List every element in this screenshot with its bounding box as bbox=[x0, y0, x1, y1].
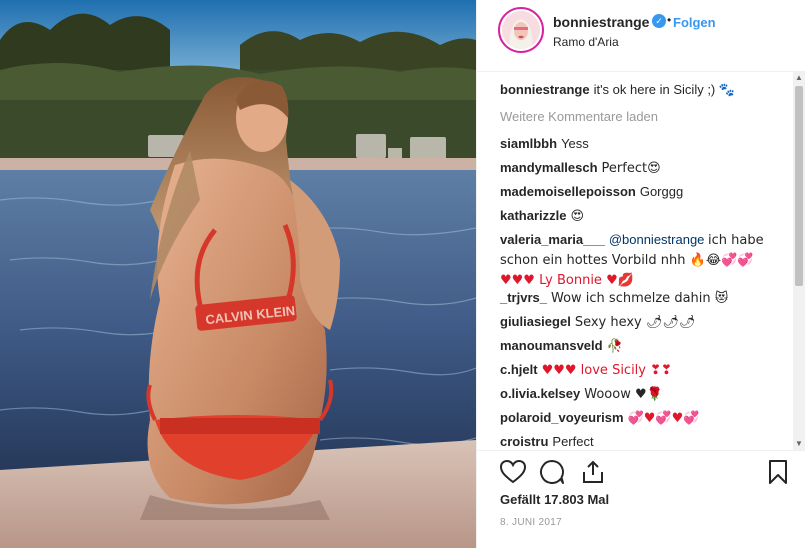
header-username[interactable]: bonniestrange bbox=[553, 14, 649, 30]
list-item: o.livia.kelsey Wooow ♥🌹 bbox=[500, 384, 780, 404]
list-item: mademoisellepoisson Gorggg bbox=[500, 182, 780, 201]
bookmark-icon[interactable] bbox=[764, 458, 792, 486]
comment-username[interactable]: manoumansveld bbox=[500, 338, 603, 353]
post-image: CALVIN KLEIN bbox=[0, 0, 476, 548]
comment-username[interactable]: _trjvrs_ bbox=[500, 290, 547, 305]
heart-outline-icon[interactable] bbox=[499, 458, 527, 486]
avatar[interactable] bbox=[498, 7, 544, 53]
scroll-up-icon[interactable]: ▲ bbox=[793, 72, 805, 84]
comment-text: Yess bbox=[561, 136, 589, 151]
list-item: siamlbbh Yess bbox=[500, 134, 780, 153]
comment-username[interactable]: giuliasiegel bbox=[500, 314, 571, 329]
comment-text-continued: ♥♥♥ Ly Bonnie ♥💋 bbox=[500, 273, 634, 288]
comment-mention[interactable]: @bonniestrange bbox=[609, 232, 705, 247]
list-item: croistru Perfect bbox=[500, 432, 780, 450]
comment-text: Perfect bbox=[552, 434, 594, 449]
post-panel: bonniestrange ✓ • Folgen Ramo d'Aria bon… bbox=[476, 0, 805, 548]
caption: bonniestrange it's ok here in Sicily ;) 🐾 bbox=[500, 80, 780, 100]
list-item: valeria_maria___ @bonniestrange ich habe … bbox=[500, 230, 780, 290]
verified-badge-icon: ✓ bbox=[652, 14, 666, 28]
post-date: 8. JUNI 2017 bbox=[500, 517, 562, 528]
comment-username[interactable]: mandymallesch bbox=[500, 160, 598, 175]
comment-username[interactable]: valeria_maria___ bbox=[500, 232, 605, 247]
comments-list: bonniestrange it's ok here in Sicily ;) 🐾… bbox=[477, 72, 805, 450]
comment-username[interactable]: croistru bbox=[500, 434, 548, 449]
comment-username[interactable]: c.hjelt bbox=[500, 362, 538, 377]
comment-icon[interactable] bbox=[538, 458, 566, 486]
avatar-icon bbox=[502, 11, 540, 49]
comment-username[interactable]: mademoisellepoisson bbox=[500, 184, 636, 199]
scroll-thumb[interactable] bbox=[795, 86, 803, 286]
caption-text: it's ok here in Sicily ;) bbox=[593, 82, 716, 97]
post-photo[interactable]: CALVIN KLEIN bbox=[0, 0, 476, 548]
comment-username[interactable]: siamlbbh bbox=[500, 136, 557, 151]
comment-username[interactable]: katharizzle bbox=[500, 208, 566, 223]
list-item: polaroid_voyeurism 💞♥💞♥💞 bbox=[500, 408, 780, 428]
comment-text: 😍 bbox=[570, 209, 585, 224]
list-item: manoumansveld 🥀 bbox=[500, 336, 780, 356]
comment-text: Wow ich schmelze dahin 😻 bbox=[550, 291, 729, 306]
likes-count[interactable]: Gefällt 17.803 Mal bbox=[500, 492, 609, 507]
list-item: katharizzle 😍 bbox=[500, 206, 780, 226]
post-header: bonniestrange ✓ • Folgen Ramo d'Aria bbox=[477, 0, 805, 72]
location-link[interactable]: Ramo d'Aria bbox=[553, 35, 619, 49]
follow-button[interactable]: Folgen bbox=[673, 15, 716, 30]
comment-text: 🥀 bbox=[606, 339, 623, 354]
list-item: c.hjelt ♥♥♥ love Sicily ❣❣ bbox=[500, 360, 780, 380]
list-item: _trjvrs_ Wow ich schmelze dahin 😻 bbox=[500, 288, 780, 308]
scroll-down-icon[interactable]: ▼ bbox=[793, 438, 805, 450]
comment-text: 💞♥💞♥💞 bbox=[627, 411, 700, 426]
comment-text: ♥♥♥ love Sicily ❣❣ bbox=[541, 363, 672, 378]
caption-username[interactable]: bonniestrange bbox=[500, 82, 590, 97]
load-more-comments-button[interactable]: Weitere Kommentare laden bbox=[500, 109, 658, 124]
header-separator: • bbox=[667, 13, 672, 27]
comments-scrollbar[interactable]: ▲ ▼ bbox=[793, 72, 805, 450]
comment-username[interactable]: polaroid_voyeurism bbox=[500, 410, 624, 425]
list-item: mandymallesch Perfect😍 bbox=[500, 158, 780, 178]
comment-text: Perfect😍 bbox=[601, 161, 661, 176]
share-icon[interactable] bbox=[579, 458, 607, 486]
comment-text: Gorggg bbox=[639, 184, 684, 199]
comment-text: Sexy hexy 🌶🌶🌶 bbox=[574, 315, 696, 330]
comment-text: Wooow ♥🌹 bbox=[584, 387, 663, 402]
list-item: giuliasiegel Sexy hexy 🌶🌶🌶 bbox=[500, 312, 780, 332]
caption-emoji: 🐾 bbox=[718, 83, 736, 98]
comment-username[interactable]: o.livia.kelsey bbox=[500, 386, 580, 401]
